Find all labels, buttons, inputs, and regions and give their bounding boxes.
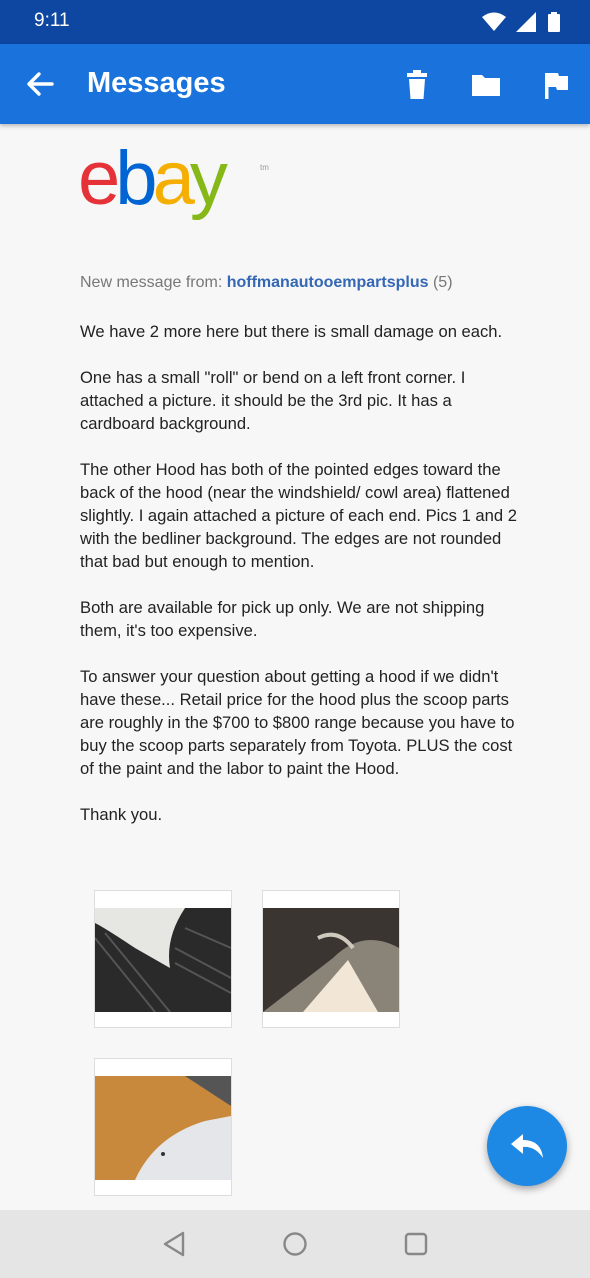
trash-icon[interactable] — [400, 68, 434, 102]
message-paragraph: One has a small "roll" or bend on a left… — [80, 368, 466, 433]
status-bar: 9:11 — [0, 0, 590, 44]
home-circle-icon[interactable] — [281, 1230, 309, 1258]
status-time: 9:11 — [34, 10, 70, 31]
photo-bedliner-1 — [95, 908, 231, 1012]
attachment-photo-1[interactable] — [94, 890, 232, 1028]
flag-icon[interactable] — [538, 68, 572, 102]
message-paragraph: We have 2 more here but there is small d… — [80, 322, 503, 341]
wifi-icon — [482, 12, 506, 31]
from-label: New message from: — [80, 274, 223, 291]
recents-square-icon[interactable] — [402, 1230, 430, 1258]
system-nav-bar — [0, 1210, 590, 1278]
message-paragraph: Thank you. — [80, 805, 163, 824]
photo-bedliner-2 — [263, 908, 399, 1012]
folder-icon[interactable] — [469, 68, 503, 102]
photo-cardboard — [95, 1076, 231, 1180]
signal-icon — [516, 12, 536, 32]
message-paragraph: Both are available for pick up only. We … — [80, 598, 485, 640]
attachment-photo-3[interactable] — [94, 1058, 232, 1196]
attachment-photo-2[interactable] — [262, 890, 400, 1028]
reply-button[interactable] — [487, 1106, 567, 1186]
message-paragraph: To answer your question about getting a … — [80, 667, 515, 778]
reply-icon — [511, 1134, 543, 1158]
sender-feedback: (5) — [432, 274, 453, 291]
ebay-logo: ebay tm — [78, 138, 269, 221]
arrow-left-icon[interactable] — [22, 66, 58, 102]
sender-name[interactable]: hoffmanautooempartsplus — [227, 274, 429, 291]
message-body: We have 2 more here but there is small d… — [80, 320, 520, 849]
app-bar: Messages — [0, 44, 590, 124]
message-paragraph: The other Hood has both of the pointed e… — [80, 460, 517, 571]
svg-text:ebay: ebay — [78, 138, 228, 221]
sender-line: New message from: hoffmanautooempartsplu… — [80, 274, 453, 292]
page-title: Messages — [87, 67, 226, 99]
battery-icon — [548, 12, 560, 32]
svg-text:tm: tm — [260, 163, 269, 172]
back-triangle-icon[interactable] — [161, 1230, 189, 1258]
status-icons — [482, 12, 560, 32]
